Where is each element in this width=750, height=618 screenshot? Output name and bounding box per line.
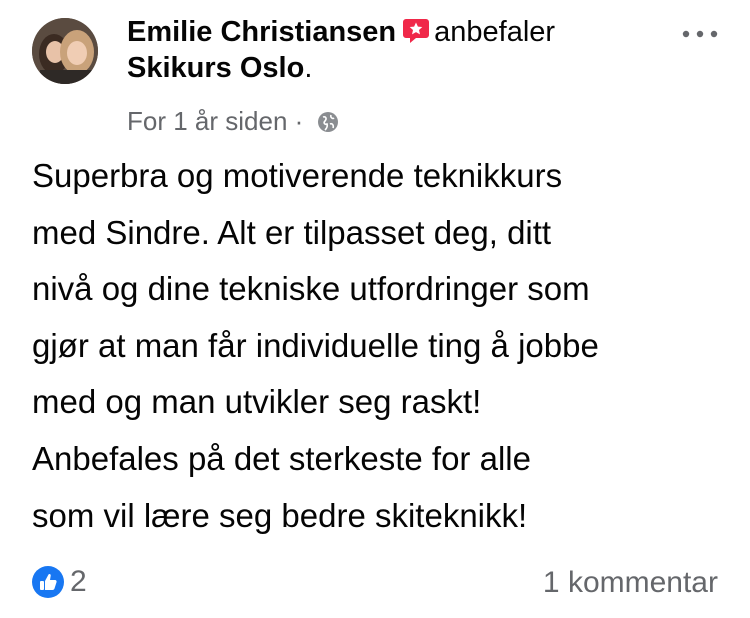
author-name[interactable]: Emilie Christiansen bbox=[127, 16, 396, 48]
page-name-period: . bbox=[304, 52, 313, 84]
post-body: Superbra og motiverende teknikkurs med S… bbox=[32, 157, 599, 534]
post-timestamp[interactable]: For 1 år siden bbox=[127, 106, 287, 136]
meta-separator: · bbox=[294, 106, 304, 136]
avatar-photo bbox=[32, 18, 98, 84]
comments-link[interactable]: 1 kommentar bbox=[543, 566, 718, 600]
reactions-summary[interactable]: 2 bbox=[32, 565, 87, 599]
author-avatar[interactable] bbox=[32, 18, 98, 84]
post-meta: For 1 år siden · bbox=[127, 104, 339, 138]
like-count: 2 bbox=[70, 565, 87, 598]
post-header: Emilie Christiansen anbefaler Skikurs Osl… bbox=[127, 14, 647, 86]
globe-icon bbox=[317, 112, 338, 132]
thumbs-up-icon bbox=[32, 566, 64, 598]
page-name[interactable]: Skikurs Oslo bbox=[127, 52, 304, 84]
recommend-star-icon bbox=[403, 19, 430, 43]
recommend-verb: anbefaler bbox=[434, 16, 556, 48]
more-dots-icon[interactable] bbox=[680, 24, 720, 44]
